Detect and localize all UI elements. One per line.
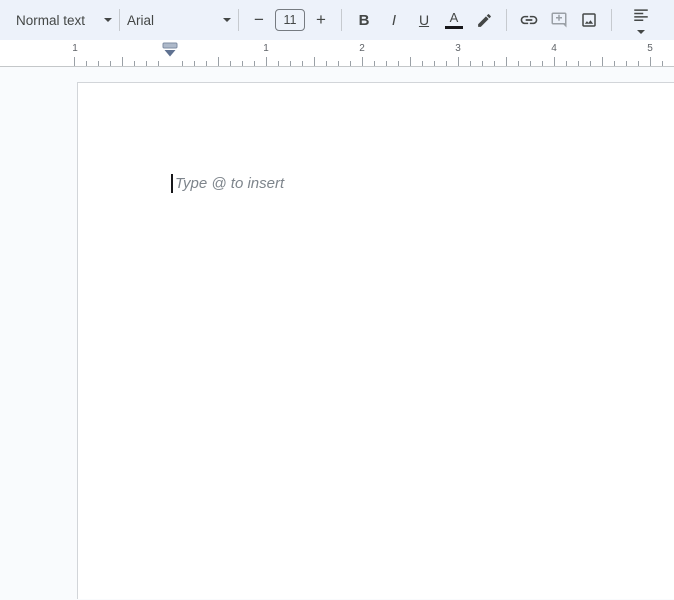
- add-comment-icon: [550, 11, 568, 29]
- ruler-tick: [338, 61, 339, 66]
- ruler-tick: [566, 61, 567, 66]
- link-icon: [519, 10, 539, 30]
- font-size-value: 11: [283, 13, 297, 27]
- underline-icon: U: [418, 12, 430, 28]
- ruler-tick: [86, 61, 87, 66]
- text-color-button[interactable]: A: [439, 6, 469, 34]
- italic-icon: I: [391, 11, 397, 29]
- toolbar-divider: [611, 9, 612, 31]
- ruler-number: 4: [551, 43, 557, 54]
- chevron-down-icon: [104, 18, 112, 22]
- ruler-tick: [98, 61, 99, 66]
- align-left-icon: [632, 6, 650, 24]
- ruler-number: 1: [263, 43, 269, 54]
- indent-marker[interactable]: [162, 42, 179, 59]
- ruler-tick: [626, 61, 627, 66]
- ruler-tick: [302, 61, 303, 66]
- ruler-tick: [410, 57, 411, 66]
- ruler-tick: [446, 61, 447, 66]
- increase-font-size-button[interactable]: +: [308, 6, 334, 34]
- ruler-tick: [530, 61, 531, 66]
- ruler-tick: [542, 61, 543, 66]
- ruler-tick: [362, 57, 363, 66]
- font-size-input[interactable]: 11: [275, 9, 305, 31]
- ruler-tick: [110, 61, 111, 66]
- bold-icon: B: [358, 11, 370, 29]
- ruler-number: 1: [72, 43, 78, 54]
- ruler-tick: [314, 57, 315, 66]
- ruler-tick: [254, 61, 255, 66]
- underline-button[interactable]: U: [409, 6, 439, 34]
- ruler-tick: [422, 61, 423, 66]
- ruler-number: 5: [647, 43, 653, 54]
- ruler-tick: [374, 61, 375, 66]
- toolbar-divider: [341, 9, 342, 31]
- toolbar-divider: [119, 9, 120, 31]
- document-canvas: Type @ to insert: [0, 67, 674, 599]
- ruler-number: 3: [455, 43, 461, 54]
- paragraph-style-label: Normal text: [16, 12, 86, 28]
- placeholder-text: Type @ to insert: [175, 175, 285, 192]
- ruler-tick: [578, 61, 579, 66]
- ruler-tick: [494, 61, 495, 66]
- ruler-tick: [602, 57, 603, 66]
- ruler-tick: [278, 61, 279, 66]
- ruler-tick: [122, 57, 123, 66]
- document-page[interactable]: Type @ to insert: [77, 82, 674, 599]
- insert-image-button[interactable]: [574, 6, 604, 34]
- ruler-tick: [326, 61, 327, 66]
- ruler-tick: [434, 61, 435, 66]
- ruler-tick: [206, 61, 207, 66]
- ruler-tick: [386, 61, 387, 66]
- ruler-tick: [134, 61, 135, 66]
- decrease-font-size-button[interactable]: −: [246, 6, 272, 34]
- paragraph-style-dropdown[interactable]: Normal text: [16, 6, 112, 34]
- chevron-down-icon: [223, 18, 231, 22]
- ruler-tick: [146, 61, 147, 66]
- chevron-down-icon: [637, 30, 645, 34]
- ruler-tick: [290, 61, 291, 66]
- add-comment-button[interactable]: [544, 6, 574, 34]
- ruler-tick: [614, 61, 615, 66]
- text-align-button[interactable]: [619, 6, 663, 34]
- ruler-tick: [650, 57, 651, 66]
- ruler-tick: [590, 61, 591, 66]
- ruler-tick: [662, 61, 663, 66]
- ruler-tick: [518, 61, 519, 66]
- ruler-tick: [230, 61, 231, 66]
- image-icon: [580, 11, 598, 29]
- text-color-icon: A: [445, 11, 463, 30]
- ruler-tick: [554, 57, 555, 66]
- ruler-tick: [158, 61, 159, 66]
- minus-icon: −: [254, 10, 264, 29]
- ruler-tick: [194, 61, 195, 66]
- highlighter-pen-icon: [476, 12, 493, 29]
- toolbar-divider: [238, 9, 239, 31]
- ruler-tick: [506, 57, 507, 66]
- toolbar: Normal text Arial − 11 + B I U A: [0, 0, 674, 40]
- toolbar-divider: [506, 9, 507, 31]
- ruler-tick: [218, 57, 219, 66]
- ruler-tick: [398, 61, 399, 66]
- ruler-number: 2: [359, 43, 365, 54]
- bold-button[interactable]: B: [349, 6, 379, 34]
- ruler-tick: [242, 61, 243, 66]
- ruler-tick: [266, 57, 267, 66]
- ruler-tick: [74, 57, 75, 66]
- ruler: 1 1 2 3 4 5: [0, 40, 674, 67]
- font-family-dropdown[interactable]: Arial: [127, 6, 231, 34]
- ruler-tick: [482, 61, 483, 66]
- ruler-tick: [638, 61, 639, 66]
- italic-button[interactable]: I: [379, 6, 409, 34]
- plus-icon: +: [316, 10, 326, 29]
- text-cursor: [171, 174, 173, 193]
- highlight-color-button[interactable]: [469, 6, 499, 34]
- ruler-tick: [470, 61, 471, 66]
- ruler-tick: [182, 61, 183, 66]
- font-family-label: Arial: [127, 12, 155, 28]
- insert-link-button[interactable]: [514, 6, 544, 34]
- ruler-tick: [350, 61, 351, 66]
- ruler-tick: [458, 57, 459, 66]
